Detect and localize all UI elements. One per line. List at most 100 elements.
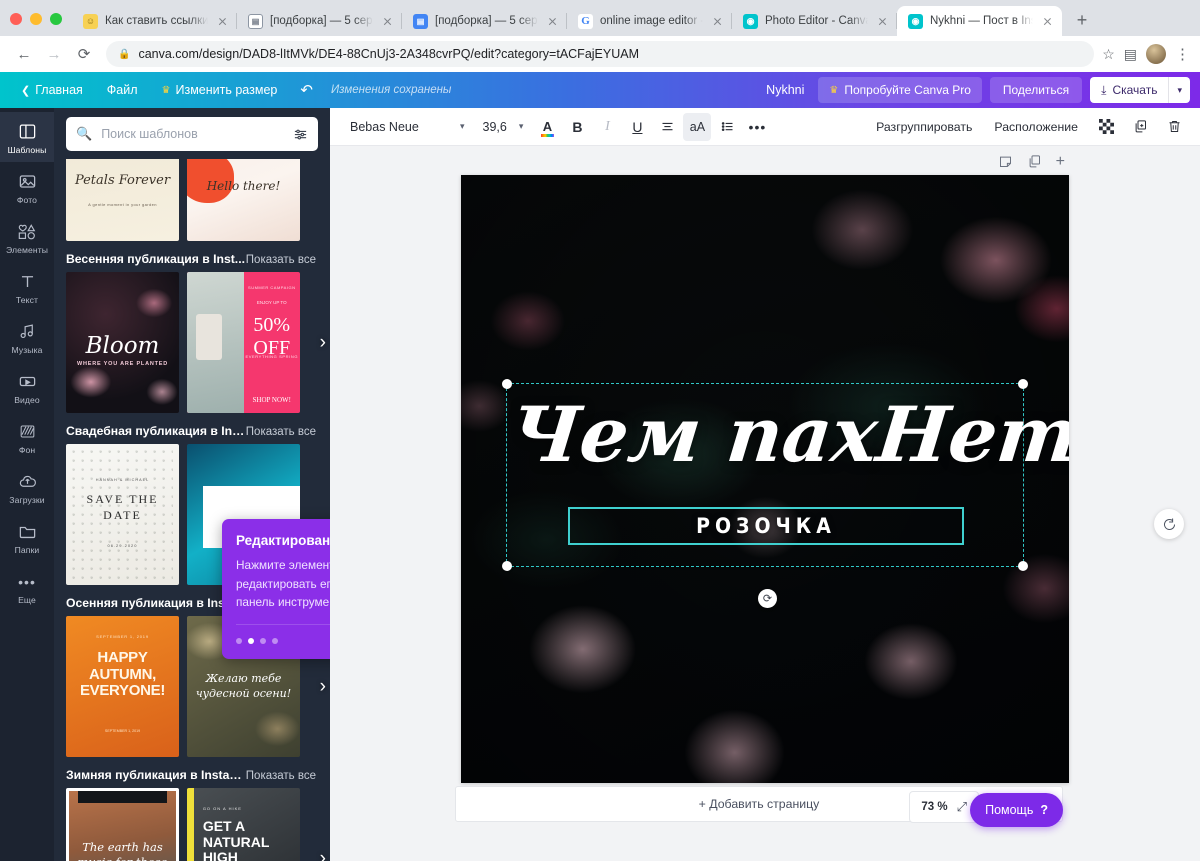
tooltip-dot-2[interactable] [260,638,266,644]
carousel-next-icon[interactable]: › [320,848,326,861]
font-family-selector[interactable]: Bebas Neue [342,120,450,134]
carousel-next-icon[interactable]: › [320,676,326,698]
note-icon[interactable] [998,154,1013,169]
puzzle-icon[interactable]: ▤ [1124,46,1137,63]
ungroup-button[interactable]: Разгруппировать [868,120,980,134]
font-size-caret-icon[interactable]: ▾ [511,121,532,132]
maximize-window-button[interactable] [50,13,62,25]
text-case-button[interactable]: aA [683,113,711,141]
sidebar-item-more[interactable]: ••• Еще [0,562,54,612]
trash-icon[interactable] [1160,113,1188,141]
sidebar-item-folders[interactable]: Папки [0,512,54,562]
resize-handle-bottom-left[interactable] [502,561,512,571]
earth-music-template[interactable]: The earth has music for those who listen [66,788,179,861]
resize-handle-bottom-right[interactable] [1018,561,1028,571]
undo-icon[interactable]: ↶ [290,77,323,103]
minimize-window-button[interactable] [30,13,42,25]
back-icon[interactable]: ← [10,40,38,68]
user-name[interactable]: Nykhni [760,83,810,97]
browser-tab-0[interactable]: ☺ Как ставить ссылки [72,6,237,36]
add-page-icon[interactable]: + [1056,154,1065,169]
sidebar-item-music[interactable]: Музыка [0,312,54,362]
close-icon[interactable] [545,14,560,29]
sidebar-item-uploads[interactable]: Загрузки [0,462,54,512]
filter-icon[interactable] [293,127,308,142]
show-all-link[interactable]: Показать все [246,254,316,266]
italic-button[interactable]: I [593,113,621,141]
duplicate-icon[interactable] [1126,113,1154,141]
help-label: Помощь [985,803,1033,817]
copy-page-icon[interactable] [1027,154,1042,169]
browser-tab-2[interactable]: ▤ [подборка] — 5 сервисов дл [402,6,567,36]
resize-handle-top-right[interactable] [1018,379,1028,389]
text-color-icon[interactable]: A [533,113,561,141]
forward-icon[interactable]: → [40,40,68,68]
sidebar-item-templates[interactable]: Шаблоны [0,112,54,162]
close-window-button[interactable] [10,13,22,25]
bloom-template[interactable]: Bloom WHERE YOU ARE PLANTED [66,272,179,413]
subtitle-text: РОЗОЧКА [696,514,836,538]
download-caret-icon[interactable]: ▾ [1168,77,1190,103]
file-label: Файл [107,83,138,97]
arrange-button[interactable]: Расположение [986,120,1086,134]
font-family-caret-icon[interactable]: ▾ [452,121,473,132]
sidebar-item-elements[interactable]: Элементы [0,212,54,262]
download-group: ⤓ Скачать ▾ [1090,77,1190,103]
new-tab-button[interactable]: + [1068,6,1096,34]
sidebar-item-photos[interactable]: Фото [0,162,54,212]
browser-tab-4[interactable]: ◉ Photo Editor - Canva [732,6,897,36]
natural-high-template[interactable]: GO ON A HIKE GET A NATURAL HIGH [187,788,300,861]
tooltip-dot-0[interactable] [236,638,242,644]
file-menu-button[interactable]: Файл [96,77,149,103]
resize-button[interactable]: ♛ Изменить размер [151,77,289,103]
expand-icon[interactable]: ⤢ [957,799,967,815]
save-the-date-template[interactable]: HANNAH & MICHAEL SAVE THE DATE 06.29.202… [66,444,179,585]
search-box[interactable]: 🔍 [66,117,318,151]
close-icon[interactable] [710,14,725,29]
subtitle-text-box[interactable]: РОЗОЧКА [568,507,964,545]
rotate-handle-icon[interactable]: ⟳ [758,589,777,608]
star-icon[interactable]: ☆ [1102,46,1115,63]
headline-text[interactable]: Чем пахНет? [507,397,1025,473]
sidebar-item-text[interactable]: Текст [0,262,54,312]
resize-handle-top-left[interactable] [502,379,512,389]
show-all-link[interactable]: Показать все [246,770,316,782]
try-canva-pro-button[interactable]: ♛ Попробуйте Canva Pro [818,77,982,103]
close-icon[interactable] [215,14,230,29]
sidebar-item-background[interactable]: Фон [0,412,54,462]
download-button[interactable]: ⤓ Скачать [1090,77,1168,103]
more-horizontal-icon[interactable]: ••• [743,113,771,141]
design-canvas[interactable]: Чем пахНет? РОЗОЧКА ⟳ [461,175,1069,783]
happy-autumn-template[interactable]: SEPTEMBER 1, 2019 HAPPY AUTUMN, EVERYONE… [66,616,179,757]
close-icon[interactable] [380,14,395,29]
bold-button[interactable]: B [563,113,591,141]
avatar[interactable] [1146,44,1166,64]
help-button[interactable]: Помощь ? [970,793,1063,827]
share-button[interactable]: Поделиться [990,77,1082,103]
rotate-add-icon[interactable] [1154,509,1184,539]
carousel-next-icon[interactable]: › [320,332,326,354]
transparency-icon[interactable] [1092,113,1120,141]
templates-scroll-area[interactable]: Petals Forever A gentle moment in your g… [54,108,330,861]
list-icon[interactable] [713,113,741,141]
show-all-link[interactable]: Показать все [246,426,316,438]
close-icon[interactable] [1040,14,1055,29]
kebab-menu-icon[interactable]: ⋮ [1175,45,1190,63]
close-icon[interactable] [875,14,890,29]
address-bar[interactable]: 🔒 canva.com/design/DAD8-lItMVk/DE4-88CnU… [106,41,1094,67]
browser-tab-5-active[interactable]: ◉ Nykhni — Пост в Instagram [897,6,1062,36]
fifty-off-template[interactable]: SUMMER CAMPAIGN ENJOY UP TO 50% OFF EVER… [187,272,300,413]
search-input[interactable] [101,127,284,141]
home-button[interactable]: ❮ Главная [10,77,94,103]
zoom-control[interactable]: 73 % ⤢ [909,791,979,823]
tooltip-dot-3[interactable] [272,638,278,644]
font-size-input[interactable]: 39,6 [475,120,509,134]
browser-tab-3[interactable]: G online image editor - Поиск в [567,6,732,36]
smiley-icon: ☺ [83,14,98,29]
browser-tab-1[interactable]: ▤ [подборка] — 5 сервисов дл [237,6,402,36]
sidebar-item-video[interactable]: Видео [0,362,54,412]
underline-button[interactable]: U [623,113,651,141]
tooltip-dot-1[interactable] [248,638,254,644]
align-icon[interactable] [653,113,681,141]
reload-icon[interactable]: ⟳ [70,40,98,68]
